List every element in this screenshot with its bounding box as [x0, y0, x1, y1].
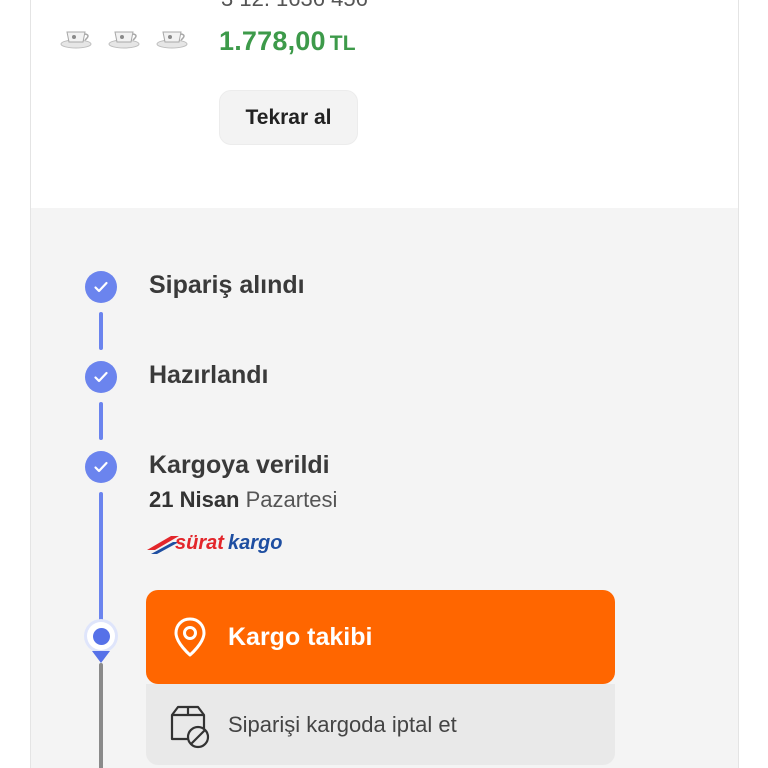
- timeline-connector-pending: [99, 663, 103, 768]
- order-price: 1.778,00 TL: [219, 26, 356, 57]
- svg-text:sürat: sürat: [175, 532, 225, 554]
- track-label: Kargo takibi: [228, 622, 373, 651]
- product-thumbnails[interactable]: [59, 22, 189, 52]
- location-pin-icon: [174, 617, 206, 657]
- svg-text:kargo: kargo: [228, 532, 282, 554]
- step-title-shipped: Kargoya verildi: [149, 451, 330, 479]
- cancel-label: Siparişi kargoda iptal et: [228, 711, 457, 737]
- shipment-timeline: Sipariş alındı Hazırlandı Kargoya verild…: [30, 208, 739, 768]
- step-date-weekday: Pazartesi: [245, 487, 338, 512]
- teacup-icon: [60, 31, 92, 49]
- tracking-actions: Siparişi kargoda iptal et Kargo takibi: [146, 590, 615, 765]
- track-shipment-button[interactable]: Kargo takibi: [146, 590, 615, 684]
- price-amount: 1.778,00: [219, 26, 326, 56]
- reorder-button[interactable]: Tekrar al: [219, 90, 358, 145]
- cancel-in-shipping-button[interactable]: Siparişi kargoda iptal et: [146, 684, 615, 765]
- surat-kargo-logo: sürat kargo: [147, 532, 282, 554]
- box-cancel-icon: [170, 705, 210, 748]
- step-check-icon: [85, 361, 117, 393]
- order-summary-card: 3 12. 1636 456 1.778,00TL Tekrar al: [30, 0, 739, 208]
- order-number: 3 12. 1636 456: [221, 0, 368, 12]
- step-date: 21 Nisan Pazartesi: [149, 487, 337, 513]
- teacup-icon: [156, 31, 188, 49]
- current-location-marker: [87, 622, 115, 650]
- step-title-received: Sipariş alındı: [149, 271, 305, 299]
- step-title-prepared: Hazırlandı: [149, 361, 269, 389]
- price-currency: TL: [329, 32, 356, 55]
- marker-tail: [92, 651, 110, 663]
- teacup-icon: [108, 31, 140, 49]
- step-check-icon: [85, 451, 117, 483]
- timeline-connector: [99, 312, 103, 350]
- timeline-connector: [99, 402, 103, 440]
- timeline-connector: [99, 492, 103, 622]
- step-check-icon: [85, 271, 117, 303]
- step-date-day: 21 Nisan: [149, 487, 240, 512]
